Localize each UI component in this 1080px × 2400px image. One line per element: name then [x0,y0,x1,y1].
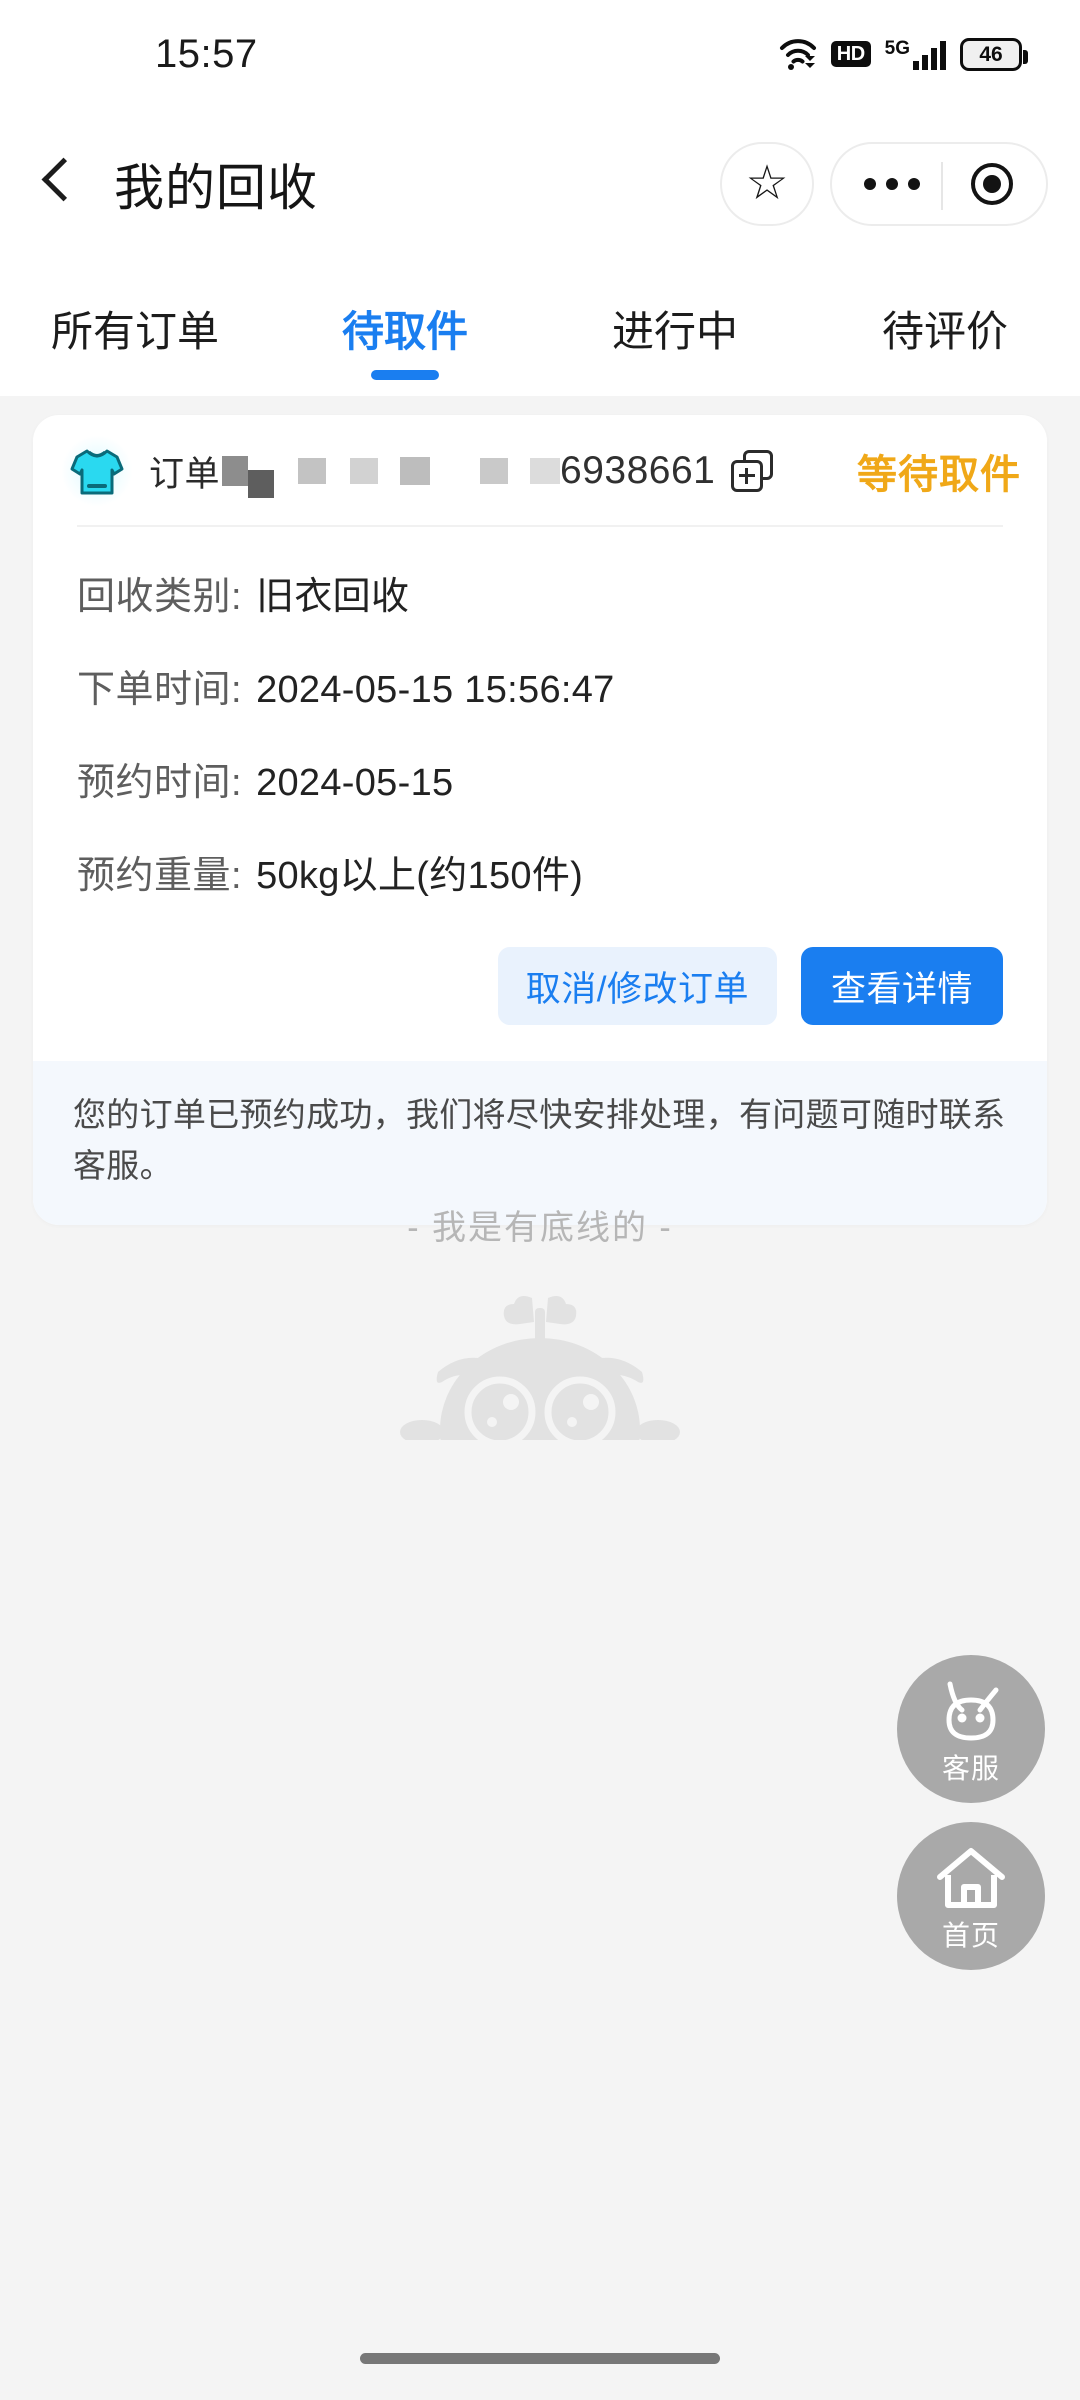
order-details: 回收类别: 旧衣回收 下单时间: 2024-05-15 15:56:47 预约时… [33,527,1047,947]
network-gen-label: 5G [884,37,910,59]
detail-row-weight: 预约重量: 50kg以上(约150件) [77,844,1003,899]
app-screen: 15:57 HD 5G 46 我的回收 ☆ 所有订单 待取件 进行中 待评价 订… [0,0,1080,2400]
tshirt-icon [61,435,133,507]
nav-bar: 我的回收 ☆ [0,108,1080,260]
detail-value: 2024-05-15 15:56:47 [256,669,615,711]
home-button[interactable]: 首页 [897,1822,1045,1970]
order-card-header: 订单 6938661 等待取件 [33,415,1047,527]
wifi-icon [779,38,817,70]
tab-in-progress[interactable]: 进行中 [540,260,810,396]
detail-row-appointment-time: 预约时间: 2024-05-15 [77,751,1003,806]
tab-pending-pickup[interactable]: 待取件 [270,260,540,396]
favorite-button[interactable]: ☆ [720,142,814,226]
detail-value: 2024-05-15 [256,762,454,804]
order-status-tabs: 所有订单 待取件 进行中 待评价 [0,260,1080,396]
detail-value: 50kg以上(约150件) [256,855,584,897]
robot-face-icon [930,1676,1012,1753]
detail-value: 旧衣回收 [256,576,410,618]
fab-label: 首页 [941,1919,1000,1951]
status-badge: 等待取件 [857,453,1021,497]
detail-row-category: 回收类别: 旧衣回收 [77,565,1003,620]
order-number-redaction [220,444,561,498]
detail-label: 回收类别: [77,576,243,618]
5g-signal-icon: 5G [885,39,946,70]
battery-level-label: 46 [979,42,1003,66]
more-dots-icon[interactable] [863,178,920,190]
detail-label: 预约时间: [77,762,243,804]
status-bar: 15:57 HD 5G 46 [0,0,1080,108]
order-number-label: 订单 [149,454,221,494]
order-action-buttons: 取消/修改订单 查看详情 [33,947,1047,1061]
status-time: 15:57 [155,31,258,76]
detail-label: 预约重量: [77,855,243,897]
order-card[interactable]: 订单 6938661 等待取件 回收类别: 旧衣回收 下单时间: 2024-05… [33,415,1047,1226]
detail-row-order-time: 下单时间: 2024-05-15 15:56:47 [77,658,1003,713]
order-number-tail: 6938661 [560,449,716,492]
back-button[interactable] [36,154,82,214]
tab-all-orders[interactable]: 所有订单 [0,260,270,396]
fab-label: 客服 [941,1752,1000,1784]
hd-icon: HD [830,41,871,67]
list-end-text: - 我是有底线的 - [407,1209,673,1247]
page-title: 我的回收 [114,160,318,216]
view-details-button[interactable]: 查看详情 [800,947,1003,1025]
mascot-watermark-icon [380,1280,700,1440]
status-icons: HD 5G 46 [779,37,1028,71]
target-icon[interactable] [970,163,1013,205]
tab-pending-review[interactable]: 待评价 [810,260,1080,396]
battery-icon: 46 [960,37,1028,71]
copy-icon[interactable] [731,450,774,492]
cancel-modify-order-button[interactable]: 取消/修改订单 [497,947,777,1025]
home-indicator[interactable] [360,2353,720,2364]
signal-bars-icon [913,40,946,70]
miniprogram-capsule[interactable] [830,142,1048,226]
detail-label: 下单时间: [77,669,243,711]
home-icon [932,1843,1010,1920]
customer-service-button[interactable]: 客服 [897,1655,1045,1803]
nav-actions: ☆ [720,142,1048,226]
star-icon: ☆ [745,157,789,210]
